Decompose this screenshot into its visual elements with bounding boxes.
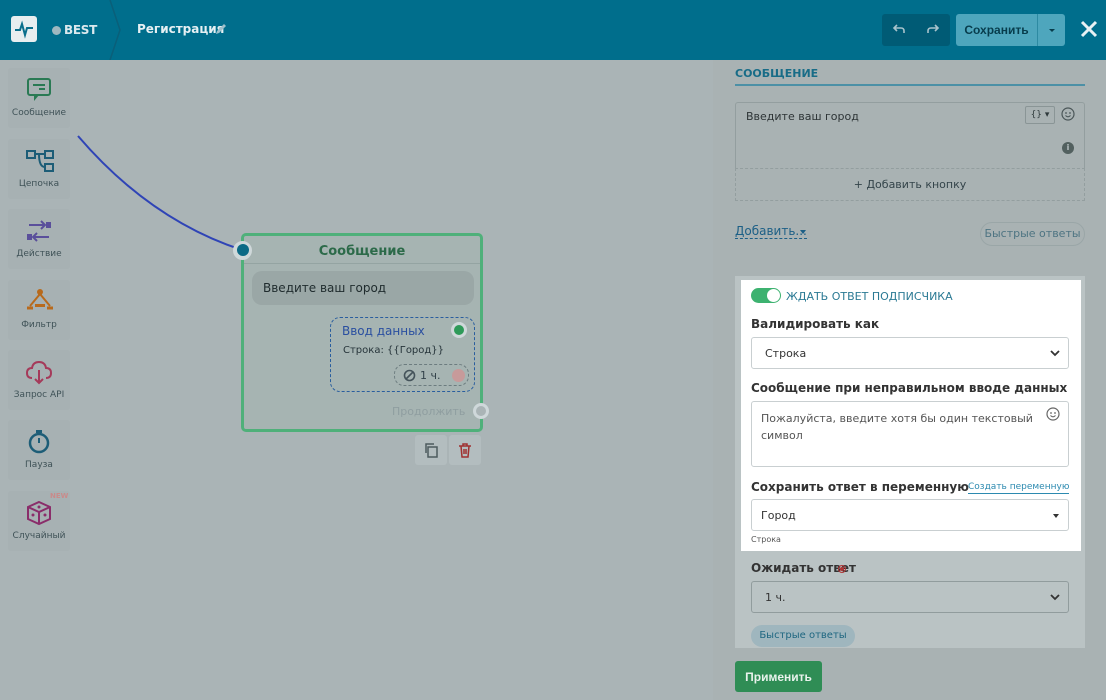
save-button[interactable]: Сохранить bbox=[956, 14, 1037, 46]
section-title: СООБЩЕНИЕ bbox=[735, 67, 819, 80]
filter-icon bbox=[27, 289, 53, 310]
save-variable-label: Сохранить ответ в переменную bbox=[751, 480, 969, 494]
message-node[interactable]: Сообщение Введите ваш город Ввод данных … bbox=[241, 233, 489, 432]
add-dropdown-link[interactable]: Добавить... bbox=[735, 224, 807, 239]
continue-output-port[interactable] bbox=[473, 403, 489, 419]
dice-icon bbox=[27, 500, 51, 526]
palette-label: Фильтр bbox=[21, 320, 57, 330]
node-title: Сообщение bbox=[318, 244, 406, 259]
input-data-title: Ввод данных bbox=[342, 324, 425, 338]
stopwatch-icon bbox=[28, 430, 50, 454]
palette-item-api[interactable]: Запрос API bbox=[8, 350, 70, 410]
caret-down-icon bbox=[1053, 514, 1059, 518]
palette-item-pause[interactable]: Пауза bbox=[8, 420, 70, 480]
validate-select[interactable]: Строка bbox=[751, 337, 1069, 369]
new-badge: NEW bbox=[50, 492, 69, 500]
node-header: Сообщение bbox=[244, 236, 480, 264]
info-icon[interactable]: i bbox=[1062, 142, 1074, 154]
trash-icon bbox=[459, 443, 471, 458]
quick-replies-bottom-button[interactable]: Быстрые ответы bbox=[751, 625, 855, 647]
error-message-text: Пожалуйста, введите хотя бы один текстов… bbox=[761, 412, 1033, 442]
section-divider bbox=[735, 84, 1085, 86]
palette-label: Запрос API bbox=[13, 390, 65, 400]
node-message-text: Введите ваш город bbox=[263, 281, 387, 295]
validate-label: Валидировать как bbox=[751, 317, 880, 331]
node-message-bubble[interactable]: Введите ваш город bbox=[252, 271, 474, 305]
timeout-text: 1 ч. bbox=[420, 369, 441, 382]
logo-icon[interactable] bbox=[11, 16, 37, 42]
wait-timeout-select[interactable]: 1 ч. bbox=[751, 581, 1069, 613]
undo-icon bbox=[892, 23, 905, 33]
palette-label: Пауза bbox=[25, 460, 53, 470]
close-icon[interactable] bbox=[1078, 18, 1100, 40]
input-data-variable: Строка: {{Город}} bbox=[343, 345, 445, 356]
wait-timeout-value: 1 ч. bbox=[765, 591, 786, 604]
input-output-port[interactable] bbox=[451, 322, 467, 338]
node-input-port-dot bbox=[237, 244, 249, 256]
timeout-block[interactable]: 1 ч. bbox=[394, 364, 469, 386]
variable-select-value: Город bbox=[761, 509, 796, 522]
wait-reply-label: ЖДАТЬ ОТВЕТ ПОДПИСЧИКА bbox=[786, 290, 953, 303]
redo-button[interactable] bbox=[916, 14, 950, 46]
bot-name: BEST bbox=[64, 23, 97, 37]
edit-pencil-icon[interactable] bbox=[214, 22, 228, 36]
wait-reply-toggle[interactable] bbox=[751, 288, 781, 303]
delete-node-button[interactable] bbox=[449, 435, 481, 465]
palette-item-random[interactable]: NEW Случайный bbox=[8, 491, 70, 551]
required-icon bbox=[838, 565, 846, 573]
caret-down-icon bbox=[800, 230, 806, 234]
chevron-down-icon bbox=[1050, 594, 1060, 601]
top-bar: BEST Регистрация Сохранить bbox=[0, 0, 1106, 60]
apply-button[interactable]: Применить bbox=[735, 661, 822, 692]
emoji-icon[interactable] bbox=[1046, 407, 1060, 421]
undo-button[interactable] bbox=[882, 14, 916, 46]
chevron-down-icon bbox=[1050, 350, 1060, 357]
error-message-label: Сообщение при неправильном вводе данных bbox=[751, 381, 1068, 395]
timeout-output-port[interactable] bbox=[452, 369, 465, 382]
save-options-dropdown[interactable] bbox=[1037, 14, 1065, 46]
palette-item-filter[interactable]: Фильтр bbox=[8, 280, 70, 340]
variable-select[interactable]: Город bbox=[751, 499, 1069, 531]
add-button-button[interactable]: + Добавить кнопку bbox=[735, 168, 1085, 201]
copy-node-button[interactable] bbox=[415, 435, 447, 465]
continue-label: Продолжить bbox=[392, 405, 466, 418]
palette-label: Случайный bbox=[12, 531, 66, 541]
copy-icon bbox=[425, 443, 438, 458]
api-cloud-icon bbox=[25, 360, 53, 385]
bot-avatar-icon bbox=[52, 26, 61, 35]
message-textarea-text: Введите ваш город bbox=[746, 110, 859, 123]
connection-line bbox=[77, 135, 243, 251]
page-title: Регистрация bbox=[137, 22, 225, 36]
variable-type-hint: Строка bbox=[751, 535, 781, 544]
create-variable-link[interactable]: Создать переменную bbox=[968, 482, 1070, 494]
caret-down-icon bbox=[1049, 29, 1055, 32]
emoji-icon[interactable] bbox=[1061, 107, 1075, 121]
block-icon bbox=[403, 369, 416, 382]
error-message-textarea[interactable]: Пожалуйста, введите хотя бы один текстов… bbox=[751, 401, 1069, 467]
insert-variable-button[interactable]: {} ▾ bbox=[1025, 106, 1055, 124]
redo-icon bbox=[927, 23, 940, 33]
quick-replies-button[interactable]: Быстрые ответы bbox=[980, 222, 1085, 246]
bot-switcher[interactable]: BEST bbox=[52, 23, 97, 37]
breadcrumb-separator-icon bbox=[109, 0, 121, 60]
validate-select-value: Строка bbox=[765, 347, 807, 360]
